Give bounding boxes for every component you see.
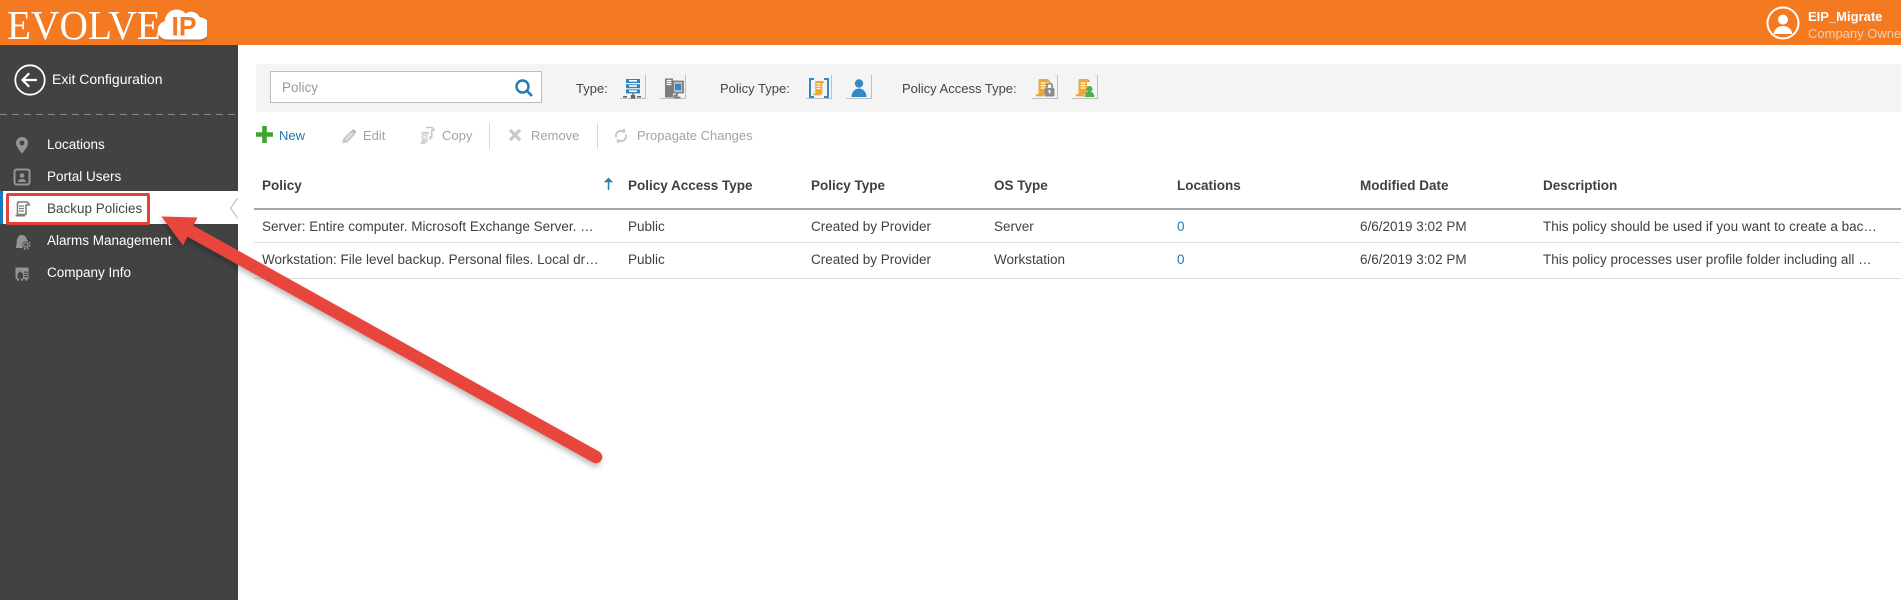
svg-text:IP: IP — [172, 12, 197, 42]
